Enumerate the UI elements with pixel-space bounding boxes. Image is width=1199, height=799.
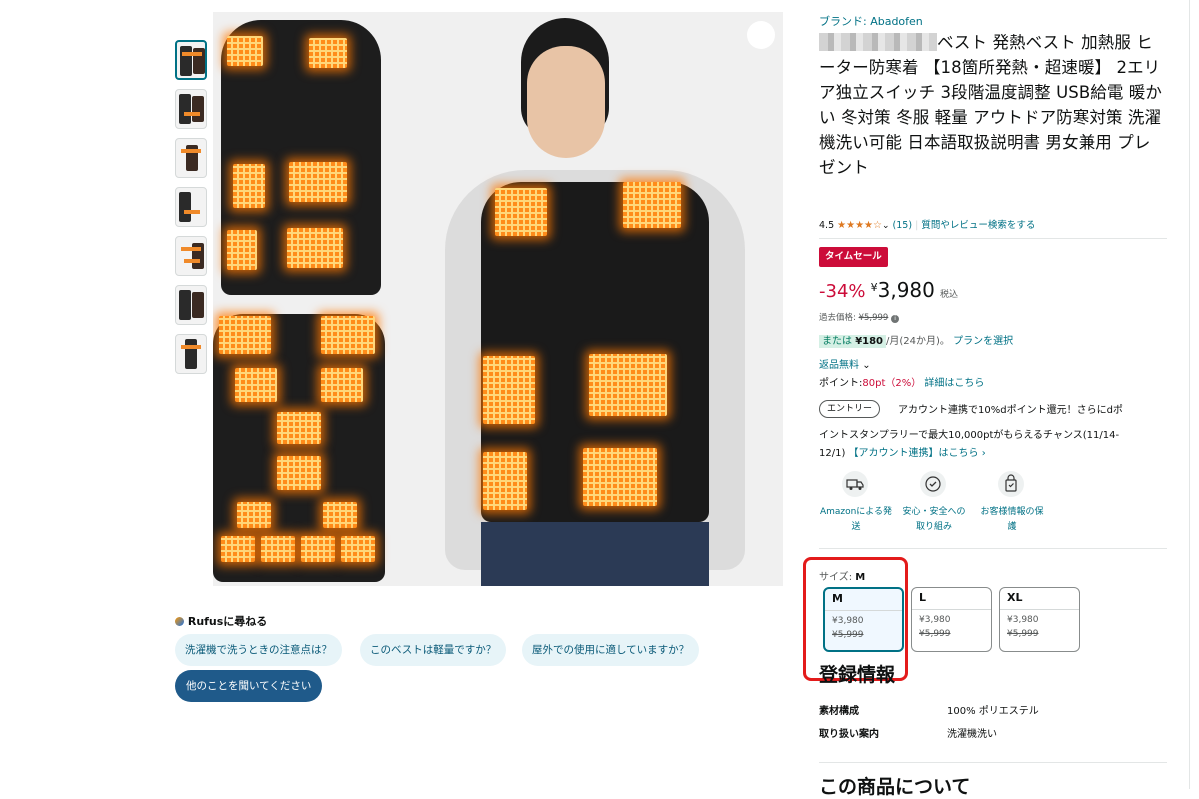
trust-label-safety[interactable]: 安心・安全への 取り組み: [893, 505, 975, 535]
spec-value-material: 100% ポリエステル: [947, 706, 1039, 717]
chevron-down-icon[interactable]: ⌄: [882, 221, 890, 231]
select-plan-link[interactable]: プランを選択: [953, 336, 1013, 347]
promo-text-3: 12/1) 【アカウント連携】はこちら ›: [819, 448, 986, 459]
discount-percent: -34%: [819, 281, 866, 302]
main-product-image[interactable]: [213, 12, 783, 586]
rufus-suggestion-chip[interactable]: 屋外での使用に適していますか？: [522, 634, 700, 666]
chevron-down-icon: ⌄: [862, 360, 871, 371]
rating-row: 4.5 ★★★★☆⌄ (15) | 質問やレビュー検索をする: [819, 220, 1036, 231]
trust-label-privacy[interactable]: お客様情報の保護: [971, 505, 1053, 535]
size-option-xl[interactable]: XL ¥3,980 ¥5,999: [999, 587, 1080, 652]
spec-key-material: 素材構成: [819, 706, 859, 717]
shield-icon[interactable]: [920, 471, 946, 497]
promo-text-2: イントスタンプラリーで最大10,000ptがもらえるチャンス(11/14-: [819, 430, 1120, 441]
thumbnail-1[interactable]: [175, 40, 207, 80]
registration-heading: 登録情報: [819, 664, 896, 686]
lock-icon[interactable]: [998, 471, 1024, 497]
zoom-button[interactable]: [747, 21, 775, 49]
spec-key-care: 取り扱い案内: [819, 729, 879, 740]
list-price: ¥5,999: [858, 313, 889, 323]
list-price-row: 過去価格: ¥5,999 i: [819, 311, 900, 323]
window-scrollbar[interactable]: [1189, 0, 1190, 789]
divider: [819, 548, 1167, 549]
rufus-suggestion-chip[interactable]: 洗濯機で洗うときの注意点は？: [175, 634, 342, 666]
trust-label-shipping[interactable]: Amazonによる発送: [815, 505, 897, 535]
redacted-text: [819, 33, 937, 51]
rufus-header: Rufusに尋ねる: [175, 613, 267, 629]
spec-value-care: 洗濯機洗い: [947, 729, 997, 740]
info-icon[interactable]: i: [891, 315, 900, 323]
about-heading: この商品について: [819, 776, 971, 798]
entry-button[interactable]: エントリー: [819, 400, 881, 418]
promo-text-1: アカウント連携で10%dポイント還元！さらにdポ: [898, 405, 1123, 416]
thumbnail-6[interactable]: [175, 285, 207, 325]
tax-label: 税込: [939, 290, 958, 300]
time-sale-badge: タイムセール: [819, 247, 888, 267]
free-returns-link[interactable]: 返品無料 ⌄: [819, 356, 871, 371]
divider: [819, 762, 1167, 763]
points-value: 80pt（2%）: [862, 378, 922, 389]
brand-link[interactable]: ブランド: Abadofen: [819, 13, 923, 29]
account-link[interactable]: 【アカウント連携】はこちら: [849, 448, 979, 459]
model-jeans: [481, 522, 709, 586]
model-face: [527, 46, 605, 158]
rufus-suggestion-chip[interactable]: このベストは軽量ですか？: [360, 634, 507, 666]
rufus-icon: [175, 617, 184, 626]
price-row: -34% ¥3,980 税込: [819, 278, 958, 302]
chevron-right-icon: ›: [981, 448, 986, 459]
thumbnail-4[interactable]: [175, 187, 207, 227]
points-details-link[interactable]: 詳細はこちら: [924, 378, 984, 389]
review-count-link[interactable]: (15): [893, 220, 913, 231]
installment-amount: ¥180: [855, 336, 884, 347]
size-option-l[interactable]: L ¥3,980 ¥5,999: [911, 587, 992, 652]
qa-search-link[interactable]: 質問やレビュー検索をする: [921, 220, 1035, 231]
price-value: 3,980: [877, 278, 935, 302]
rating-value: 4.5: [819, 220, 835, 231]
thumbnail-5[interactable]: [175, 236, 207, 276]
thumbnail-2[interactable]: [175, 89, 207, 129]
product-title: ベスト 発熱ベスト 加熱服 ヒーター防寒着 【18箇所発熱・超速暖】 2エリア独…: [819, 33, 1163, 177]
points-row: ポイント:80pt（2%） 詳細はこちら: [819, 378, 985, 389]
star-rating-icon[interactable]: ★★★★☆: [837, 220, 882, 231]
divider: [819, 238, 1167, 239]
thumbnail-3[interactable]: [175, 138, 207, 178]
price-currency: ¥: [870, 281, 878, 294]
installment-row: または ¥180/月(24か月)。 プランを選択: [819, 332, 1013, 348]
rufus-ask-other-button[interactable]: 他のことを聞いてください: [175, 670, 323, 702]
thumbnail-7[interactable]: [175, 334, 207, 374]
truck-icon[interactable]: [842, 471, 868, 497]
